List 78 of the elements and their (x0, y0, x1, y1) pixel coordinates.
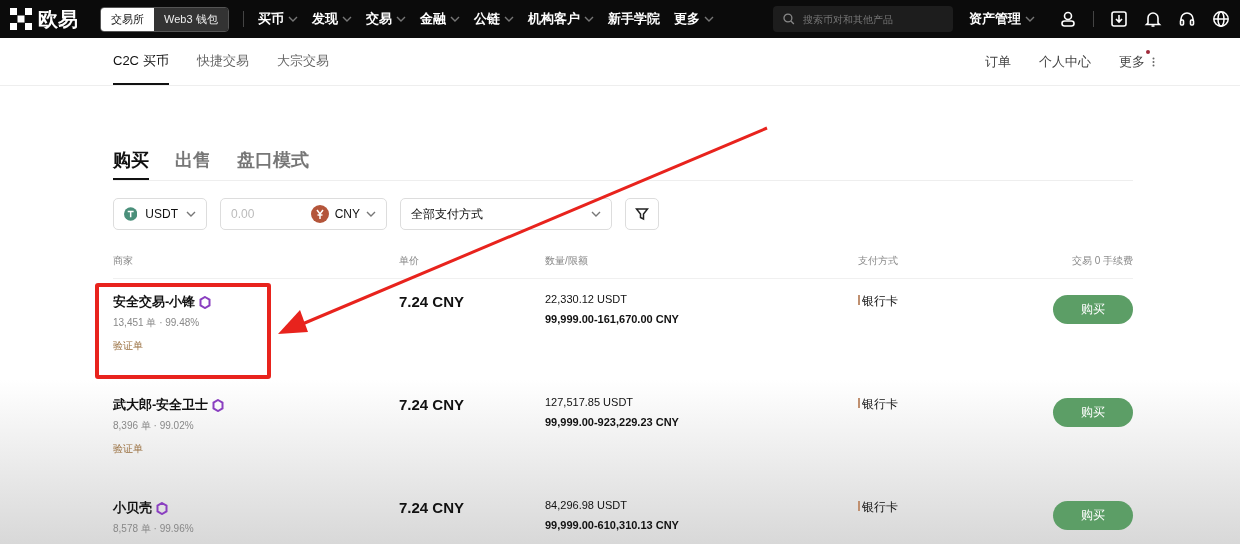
chevron-down-icon (341, 16, 352, 22)
chevron-down-icon (287, 16, 298, 22)
trade-tab[interactable]: 出售 (175, 148, 211, 180)
chevron-down-icon (366, 211, 376, 217)
quantity: 84,296.98 USDT (545, 499, 628, 511)
sub-tab[interactable]: 快捷交易 (196, 38, 249, 85)
chevron-down-icon (449, 16, 460, 22)
nav-menu-item[interactable]: 交易 (365, 10, 406, 28)
column-header: 数量/限额 (545, 254, 589, 268)
merchant-stats: 13,451 单 · 99.48% (113, 316, 201, 330)
search-input[interactable]: 搜索币对和其他产品 (800, 12, 943, 26)
merchant-name[interactable]: 安全交易-小锋 (113, 293, 196, 311)
verified-hexagon-icon (156, 501, 168, 515)
crypto-select[interactable]: USDT (113, 198, 207, 230)
bell-icon[interactable] (1144, 10, 1162, 28)
logo-text[interactable]: 欧易 (38, 5, 78, 33)
nav-menu-item[interactable]: 新手学院 (607, 10, 660, 28)
fiat-select[interactable]: CNY (310, 205, 376, 223)
column-header: 单价 (399, 254, 420, 268)
globe-icon[interactable] (1212, 10, 1230, 28)
sub-link[interactable]: 个人中心 (1039, 52, 1091, 71)
search-icon (783, 13, 795, 25)
unit-price: 7.24 CNY (399, 293, 466, 312)
headset-icon[interactable] (1178, 10, 1196, 28)
quantity: 22,330.12 USDT (545, 293, 628, 305)
filter-icon (635, 207, 649, 221)
payment-method: 银行卡 (862, 396, 898, 413)
nav-menu-item[interactable]: 金融 (419, 10, 460, 28)
tether-coin-icon (124, 205, 138, 223)
verified-hexagon-icon (199, 295, 212, 309)
logo-icon (10, 8, 32, 30)
search-field[interactable]: 搜索币对和其他产品 (773, 6, 953, 32)
limit-range: 99,999.00-161,670.00 CNY (545, 313, 680, 325)
merchant-stats: 8,578 单 · 99.96% (113, 522, 195, 536)
chevron-down-icon (503, 16, 514, 22)
sub-tab[interactable]: 大宗交易 (276, 38, 329, 85)
amount-and-currency-control[interactable]: 0.00 CNY (220, 198, 387, 230)
yuan-coin-icon (310, 205, 329, 223)
chevron-down-icon (583, 16, 594, 22)
limit-range: 99,999.00-923,229.23 CNY (545, 416, 680, 428)
chevron-down-icon (703, 16, 714, 22)
column-header: 交易 0 手续费 (1070, 254, 1133, 268)
verified-label: 验证单 (113, 339, 144, 353)
nav-menu-item[interactable]: 买币 (257, 10, 298, 28)
unit-price: 7.24 CNY (399, 499, 466, 518)
payment-method-select[interactable]: 全部支付方式 (400, 198, 612, 230)
nav-menu-item[interactable]: 机构客户 (527, 10, 594, 28)
quantity: 127,517.85 USDT (545, 396, 635, 408)
assets-menu[interactable]: 资产管理 (969, 10, 1035, 28)
sub-link[interactable]: 更多 (1119, 52, 1155, 71)
filter-button[interactable] (625, 198, 659, 230)
column-header: 商家 (113, 254, 134, 268)
merchant-name[interactable]: 武大郎-安全卫士 (113, 396, 209, 414)
column-header: 支付方式 (858, 254, 899, 268)
sub-link[interactable]: 订单 (985, 52, 1011, 71)
chevron-down-icon (591, 211, 601, 217)
chevron-down-icon (395, 16, 406, 22)
trade-tab[interactable]: 购买 (113, 148, 149, 180)
nav-menu-item[interactable]: 更多 (673, 10, 714, 28)
more-icon (1152, 56, 1155, 67)
payment-method: 银行卡 (862, 293, 898, 310)
chevron-down-icon (186, 211, 196, 217)
merchant-stats: 8,396 单 · 99.02% (113, 419, 195, 433)
unit-price: 7.24 CNY (399, 396, 466, 415)
payment-method: 银行卡 (862, 499, 898, 516)
nav-menu-item[interactable]: 公链 (473, 10, 514, 28)
verified-label: 验证单 (113, 442, 144, 456)
mode-tab[interactable]: Web3 钱包 (154, 7, 228, 31)
chevron-down-icon (1025, 16, 1035, 22)
merchant-name[interactable]: 小贝壳 (113, 499, 152, 517)
user-icon[interactable] (1059, 10, 1077, 28)
mode-tab[interactable]: 交易所 (101, 7, 154, 31)
verified-hexagon-icon (212, 398, 225, 412)
nav-menu-item[interactable]: 发现 (311, 10, 352, 28)
sub-tab[interactable]: C2C 买币 (113, 38, 169, 85)
trade-tab[interactable]: 盘口模式 (237, 148, 309, 180)
limit-range: 99,999.00-610,310.13 CNY (545, 519, 680, 531)
download-icon[interactable] (1110, 10, 1128, 28)
